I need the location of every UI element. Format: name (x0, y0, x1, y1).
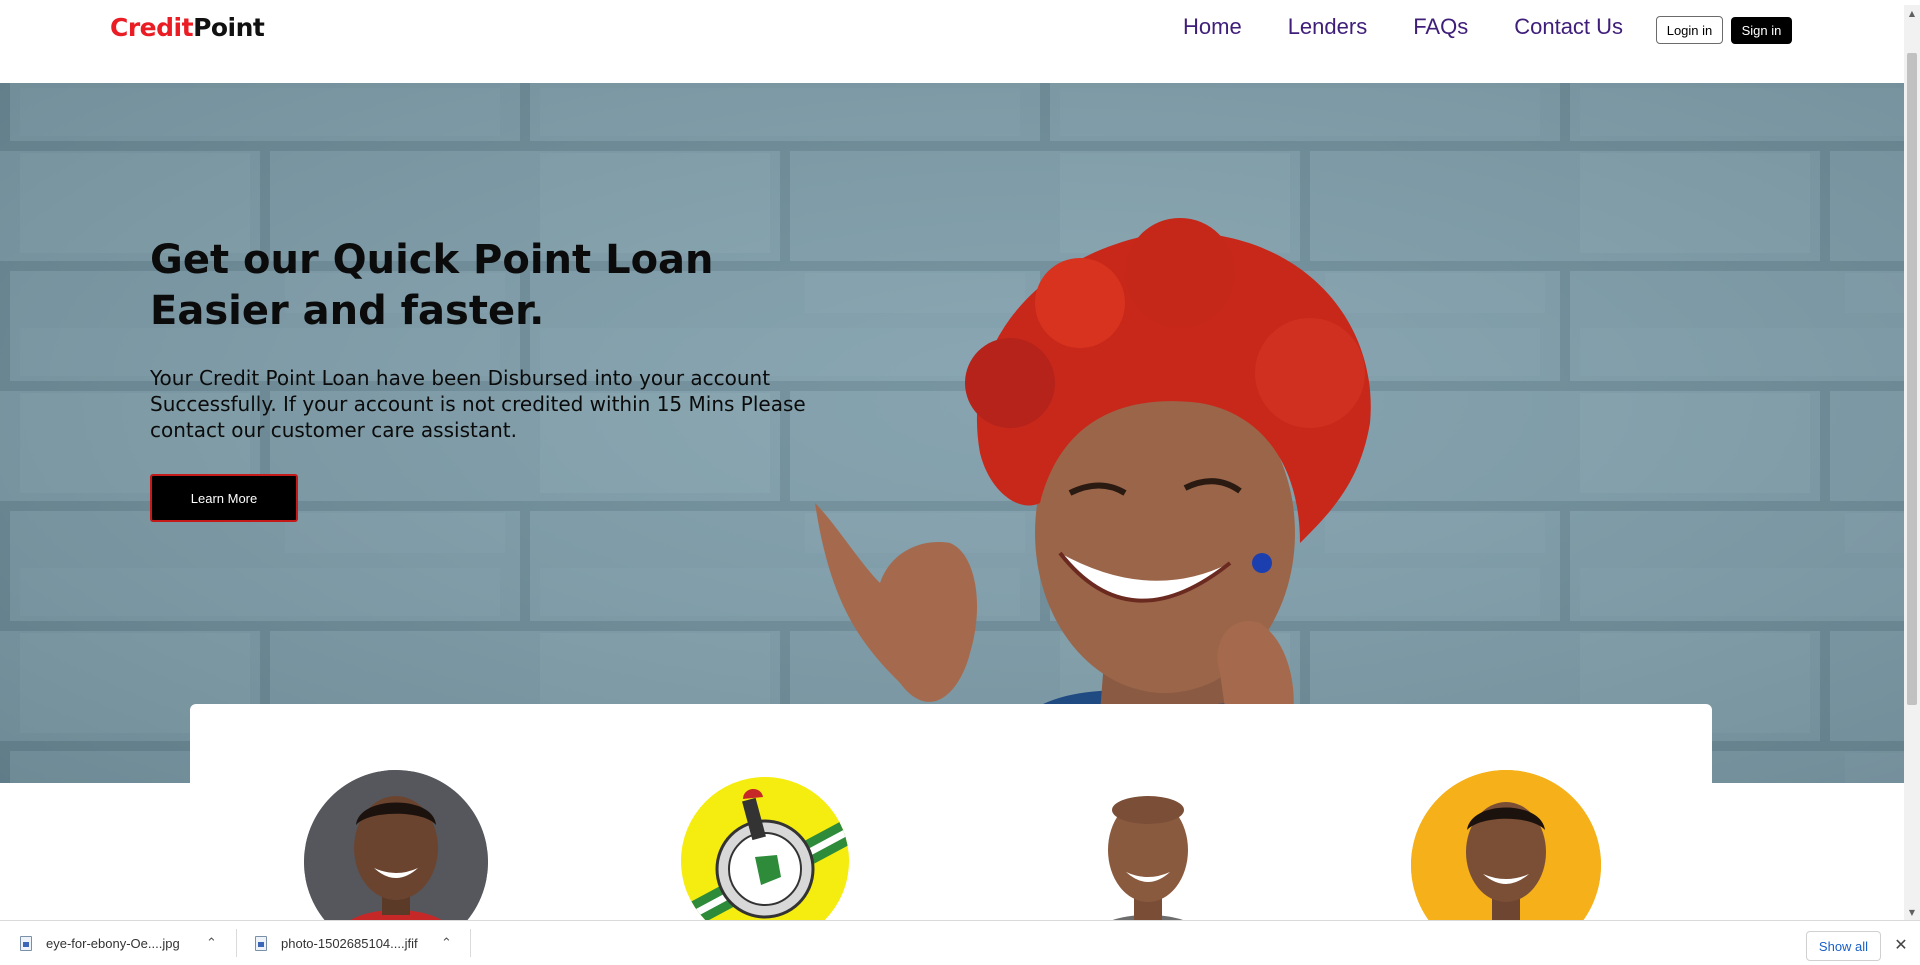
nav-link-home[interactable]: Home (1183, 14, 1242, 40)
brand-logo-part-credit: Credit (110, 13, 194, 42)
hero-title: Get our Quick Point Loan Easier and fast… (150, 237, 714, 334)
show-all-button[interactable]: Show all (1806, 931, 1881, 961)
download-item[interactable]: photo-1502685104....jfif ⌃ (255, 921, 465, 965)
hero-description: Your Credit Point Loan have been Disburs… (150, 366, 806, 442)
sign-in-button[interactable]: Sign in (1731, 17, 1792, 44)
nav-link-lenders[interactable]: Lenders (1288, 14, 1368, 40)
brand-logo-part-point: Point (193, 13, 265, 42)
scroll-up-arrow-icon[interactable]: ▲ (1904, 5, 1920, 21)
login-button[interactable]: Login in (1656, 16, 1723, 44)
hero-section: Get our Quick Point Loan Easier and fast… (0, 83, 1904, 783)
nav-link-faqs[interactable]: FAQs (1413, 14, 1468, 40)
vertical-scrollbar[interactable]: ▲ ▼ (1904, 5, 1920, 920)
close-icon[interactable]: ✕ (1891, 933, 1911, 955)
downloads-bar: eye-for-ebony-Oe....jpg ⌃ photo-15026851… (0, 920, 1920, 965)
download-separator (236, 929, 237, 957)
chevron-up-icon[interactable]: ⌃ (206, 936, 217, 951)
file-icon (20, 935, 32, 951)
learn-more-button[interactable]: Learn More (150, 474, 298, 522)
site-header: CreditPoint Home Lenders FAQs Contact Us… (0, 5, 1904, 83)
download-item[interactable]: eye-for-ebony-Oe....jpg ⌃ (20, 921, 226, 965)
chevron-up-icon[interactable]: ⌃ (441, 936, 452, 951)
scroll-down-arrow-icon[interactable]: ▼ (1904, 904, 1920, 920)
download-separator (470, 929, 471, 957)
file-icon (255, 935, 267, 951)
main-nav: Home Lenders FAQs Contact Us (1183, 14, 1623, 40)
download-filename: eye-for-ebony-Oe....jpg (46, 935, 180, 951)
brand-logo[interactable]: CreditPoint (110, 13, 265, 42)
scrollbar-thumb[interactable] (1907, 53, 1917, 705)
download-filename: photo-1502685104....jfif (281, 935, 418, 951)
nav-link-contact-us[interactable]: Contact Us (1514, 14, 1623, 40)
